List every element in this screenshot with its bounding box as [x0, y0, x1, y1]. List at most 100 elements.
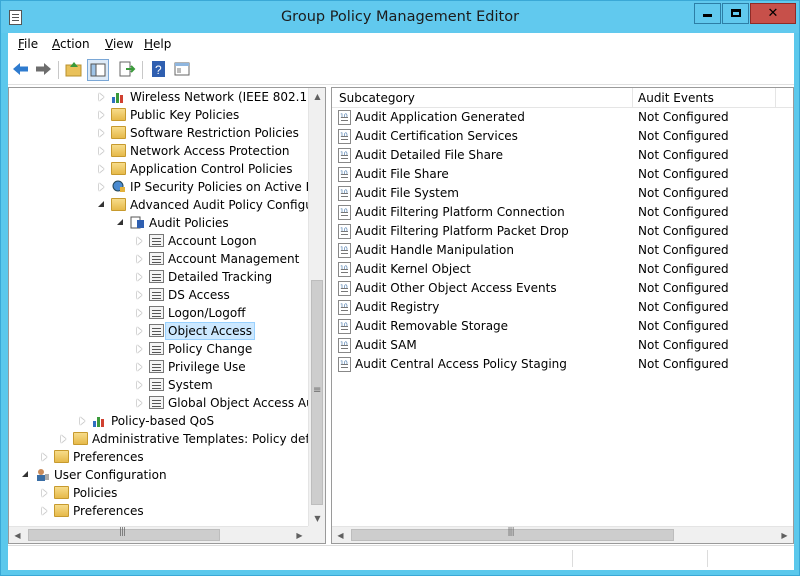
expand-icon[interactable]: [99, 93, 104, 101]
expand-icon[interactable]: [99, 183, 104, 191]
expand-icon[interactable]: [137, 273, 142, 281]
properties-icon[interactable]: [172, 59, 194, 81]
list-row[interactable]: Audit Other Object Access Events Not Conf…: [332, 278, 793, 298]
menu-view[interactable]: View: [105, 37, 133, 51]
expand-icon[interactable]: [137, 345, 142, 353]
tree-item[interactable]: Preferences: [9, 502, 309, 520]
tree-item[interactable]: System: [9, 376, 309, 394]
list-row[interactable]: Audit Registry Not Configured: [332, 297, 793, 317]
expand-icon[interactable]: [137, 291, 142, 299]
expand-icon[interactable]: [42, 507, 47, 515]
menu-action[interactable]: Action: [52, 37, 90, 51]
scroll-thumb[interactable]: [311, 280, 323, 505]
forward-arrow-icon[interactable]: [33, 59, 55, 81]
expand-icon[interactable]: [137, 327, 142, 335]
tree-item[interactable]: Account Management: [9, 250, 309, 268]
expand-icon[interactable]: [137, 309, 142, 317]
expand-icon[interactable]: [137, 237, 142, 245]
scroll-up-icon[interactable]: ▲: [309, 88, 326, 105]
column-divider[interactable]: [632, 88, 633, 108]
list-row[interactable]: Audit Kernel Object Not Configured: [332, 259, 793, 279]
tree-item[interactable]: IP Security Policies on Active Direc: [9, 178, 309, 196]
console-tree[interactable]: Wireless Network (IEEE 802.11) Pol Public…: [8, 87, 326, 544]
up-folder-icon[interactable]: [64, 59, 86, 81]
tree-item[interactable]: Policy Change: [9, 340, 309, 358]
scroll-left-icon[interactable]: ◀: [9, 527, 26, 544]
back-arrow-icon[interactable]: [11, 59, 33, 81]
minimize-button[interactable]: [694, 3, 721, 24]
list-row[interactable]: Audit Filtering Platform Packet Drop Not …: [332, 221, 793, 241]
column-divider[interactable]: [775, 88, 776, 108]
tree-item[interactable]: Account Logon: [9, 232, 309, 250]
tree-item[interactable]: Software Restriction Policies: [9, 124, 309, 142]
list-row[interactable]: Audit Application Generated Not Configure…: [332, 107, 793, 127]
list-row[interactable]: Audit Handle Manipulation Not Configured: [332, 240, 793, 260]
tree-item[interactable]: Global Object Access Audit: [9, 394, 309, 412]
expand-icon[interactable]: [99, 147, 104, 155]
tree-item[interactable]: Advanced Audit Policy Configurat: [9, 196, 309, 214]
scroll-thumb[interactable]: [28, 527, 220, 541]
expand-icon[interactable]: [99, 111, 104, 119]
list-row[interactable]: Audit Removable Storage Not Configured: [332, 316, 793, 336]
expand-icon[interactable]: [137, 381, 142, 389]
expand-icon[interactable]: [99, 165, 104, 173]
collapse-icon[interactable]: [22, 471, 28, 477]
expand-icon[interactable]: [137, 399, 142, 407]
scroll-left-icon[interactable]: ◀: [332, 527, 349, 544]
tree-item[interactable]: Network Access Protection: [9, 142, 309, 160]
tree-vertical-scrollbar[interactable]: ▲ ▼: [308, 88, 325, 527]
expand-icon[interactable]: [42, 489, 47, 497]
audit-policies-icon: [130, 216, 145, 229]
expand-icon[interactable]: [42, 453, 47, 461]
show-hide-tree-icon[interactable]: [87, 59, 109, 81]
tree-item[interactable]: Audit Policies: [9, 214, 309, 232]
collapse-icon[interactable]: [98, 201, 104, 207]
list-row[interactable]: Audit Detailed File Share Not Configured: [332, 145, 793, 165]
tree-item[interactable]: Policies: [9, 484, 309, 502]
tree-item[interactable]: Public Key Policies: [9, 106, 309, 124]
list-row[interactable]: Audit SAM Not Configured: [332, 335, 793, 355]
list-row[interactable]: Audit Certification Services Not Configur…: [332, 126, 793, 146]
tree-item[interactable]: Preferences: [9, 448, 309, 466]
list-horizontal-scrollbar[interactable]: ◀ ▶: [332, 526, 793, 543]
tree-item[interactable]: Application Control Policies: [9, 160, 309, 178]
menu-help[interactable]: Help: [144, 37, 171, 51]
audit-subcategory-icon: [338, 259, 351, 278]
maximize-button[interactable]: [722, 3, 749, 24]
scroll-right-icon[interactable]: ▶: [291, 527, 308, 544]
list-row[interactable]: Audit File Share Not Configured: [332, 164, 793, 184]
menu-file[interactable]: File: [18, 37, 38, 51]
tree-item[interactable]: Privilege Use: [9, 358, 309, 376]
tree-item-label: User Configuration: [54, 468, 167, 482]
expand-icon[interactable]: [99, 129, 104, 137]
expand-icon[interactable]: [80, 417, 85, 425]
tree-item[interactable]: Detailed Tracking: [9, 268, 309, 286]
list-row[interactable]: Audit Filtering Platform Connection Not C…: [332, 202, 793, 222]
audit-subcategory-icon: [338, 240, 351, 259]
expand-icon[interactable]: [61, 435, 66, 443]
collapse-icon[interactable]: [117, 219, 123, 225]
details-pane[interactable]: Subcategory Audit Events Audit Applicati…: [331, 87, 794, 544]
tree-item[interactable]: Administrative Templates: Policy definit…: [9, 430, 309, 448]
tree-view: Wireless Network (IEEE 802.11) Pol Public…: [9, 88, 309, 527]
tree-item[interactable]: User Configuration: [9, 466, 309, 484]
expand-icon[interactable]: [137, 363, 142, 371]
tree-item[interactable]: DS Access: [9, 286, 309, 304]
list-row[interactable]: Audit File System Not Configured: [332, 183, 793, 203]
help-icon[interactable]: ?: [149, 59, 171, 81]
scroll-thumb[interactable]: [351, 527, 674, 541]
tree-item[interactable]: Wireless Network (IEEE 802.11) Pol: [9, 88, 309, 106]
list-row[interactable]: Audit Central Access Policy Staging Not C…: [332, 354, 793, 374]
expand-icon[interactable]: [137, 255, 142, 263]
tree-item[interactable]: Logon/Logoff: [9, 304, 309, 322]
title-bar[interactable]: Group Policy Management Editor ✕: [1, 1, 799, 33]
export-list-icon[interactable]: [117, 59, 139, 81]
close-button[interactable]: ✕: [750, 3, 796, 24]
tree-item[interactable]: Object Access: [9, 322, 309, 340]
scroll-right-icon[interactable]: ▶: [776, 527, 793, 544]
scroll-down-icon[interactable]: ▼: [309, 510, 326, 527]
column-header-subcategory[interactable]: Subcategory: [339, 91, 415, 105]
tree-horizontal-scrollbar[interactable]: ◀ ▶: [9, 526, 308, 543]
column-header-audit-events[interactable]: Audit Events: [638, 91, 714, 105]
tree-item[interactable]: Policy-based QoS: [9, 412, 309, 430]
